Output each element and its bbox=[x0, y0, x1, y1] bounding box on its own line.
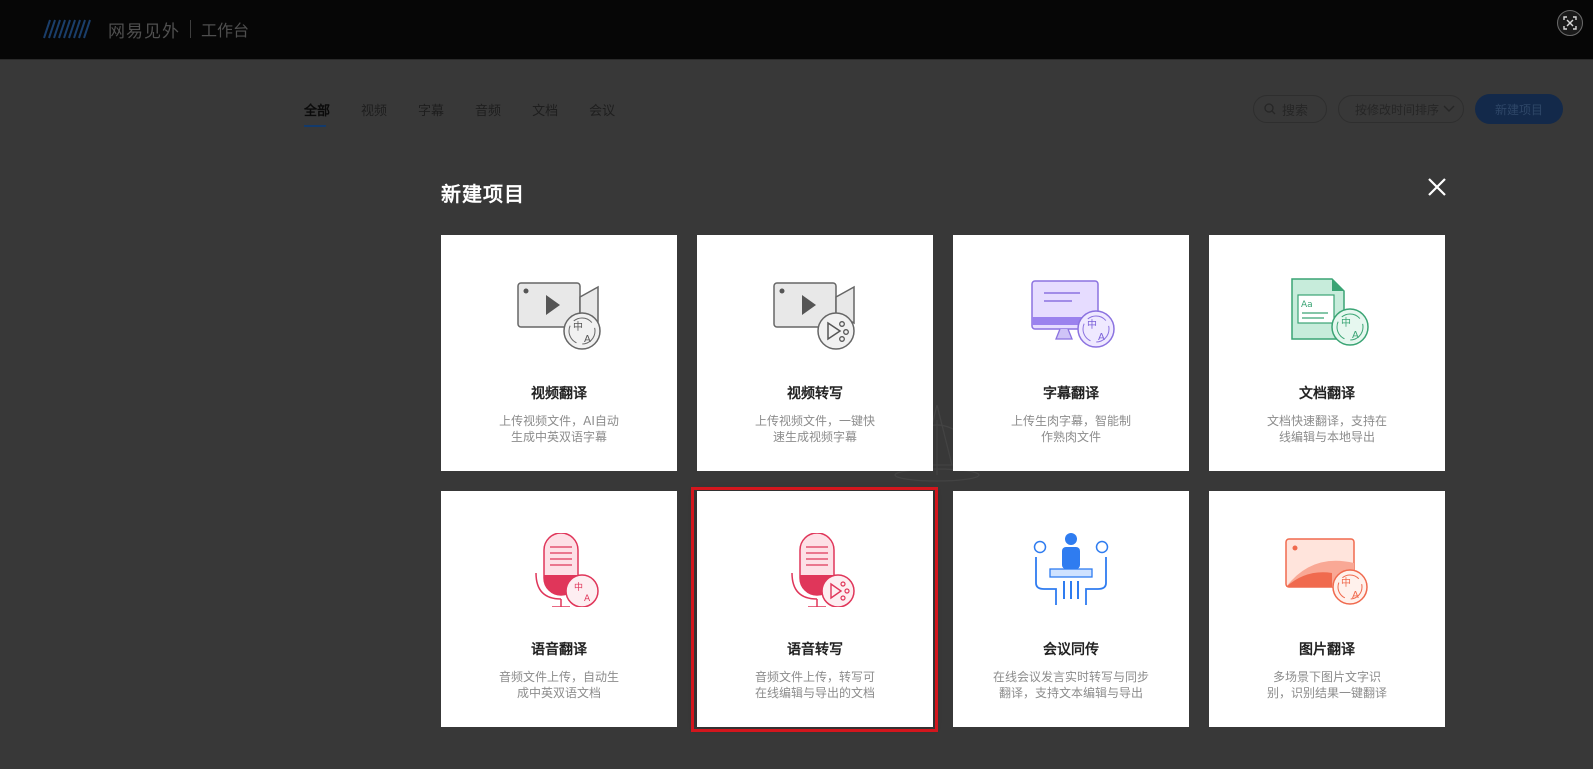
svg-text:中: 中 bbox=[1341, 316, 1351, 329]
card-document-translate[interactable]: Aa 中 A 文档翻译 文档快速翻译，支持在 线编辑与本地导出 bbox=[1209, 235, 1445, 471]
logo-divider bbox=[190, 20, 191, 38]
card-video-translate[interactable]: 中 A 视频翻译 上传视频文件，AI自动 生成中英双语字幕 bbox=[441, 235, 677, 471]
card-description: 上传视频文件，AI自动 生成中英双语字幕 bbox=[494, 413, 624, 445]
card-title: 视频转写 bbox=[787, 386, 843, 402]
meeting-interpret-icon bbox=[1033, 533, 1109, 605]
card-desc-line1: 文档快速翻译，支持在 bbox=[1266, 414, 1387, 428]
audio-transcribe-icon bbox=[791, 533, 855, 607]
card-desc-line1: 多场景下图片文字识 bbox=[1272, 670, 1381, 684]
tab-subtitle[interactable]: 字幕 bbox=[418, 100, 444, 127]
card-desc-line1: 音频文件上传，转写可 bbox=[754, 670, 875, 684]
search-placeholder: 搜索 bbox=[1282, 103, 1309, 119]
card-title: 图片翻译 bbox=[1299, 642, 1355, 658]
card-desc-line1: 上传生肉字幕，智能制 bbox=[1010, 414, 1131, 428]
document-translate-icon: Aa 中 A bbox=[1291, 278, 1369, 346]
svg-text:A: A bbox=[584, 334, 591, 345]
card-desc-line2: 生成中英双语字幕 bbox=[510, 430, 607, 444]
card-desc-line2: 线编辑与本地导出 bbox=[1278, 430, 1375, 444]
new-project-button[interactable]: 新建项目 bbox=[1475, 94, 1563, 124]
fullscreen-button[interactable] bbox=[1557, 10, 1583, 36]
card-description: 在线会议发言实时转写与同步 翻译，支持文本编辑与导出 bbox=[986, 669, 1156, 701]
video-translate-icon: 中 A bbox=[517, 282, 601, 350]
card-subtitle-translate[interactable]: 中 A 字幕翻译 上传生肉字幕，智能制 作熟肉文件 bbox=[953, 235, 1189, 471]
card-title: 文档翻译 bbox=[1299, 386, 1355, 402]
card-title: 语音转写 bbox=[787, 642, 843, 658]
card-description: 上传视频文件，一键快 速生成视频字幕 bbox=[750, 413, 880, 445]
card-audio-translate[interactable]: 中 A 语音翻译 音频文件上传，自动生 成中英双语文档 bbox=[441, 491, 677, 727]
search-icon bbox=[1264, 103, 1276, 115]
card-meeting-interpret[interactable]: 会议同传 在线会议发言实时转写与同步 翻译，支持文本编辑与导出 bbox=[953, 491, 1189, 727]
card-description: 文档快速翻译，支持在 线编辑与本地导出 bbox=[1262, 413, 1392, 445]
tab-audio[interactable]: 音频 bbox=[475, 100, 501, 127]
card-desc-line2: 在线编辑与导出的文档 bbox=[754, 686, 875, 700]
search-input[interactable]: 搜索 bbox=[1253, 95, 1327, 123]
tab-document[interactable]: 文档 bbox=[532, 100, 558, 127]
logo-mark-icon bbox=[43, 19, 91, 39]
tab-all[interactable]: 全部 bbox=[304, 100, 330, 127]
svg-text:A: A bbox=[1098, 332, 1105, 343]
modal-title: 新建项目 bbox=[441, 182, 525, 206]
card-audio-transcribe[interactable]: 语音转写 音频文件上传，转写可 在线编辑与导出的文档 bbox=[697, 491, 933, 727]
card-desc-line2: 作熟肉文件 bbox=[1040, 430, 1101, 444]
card-title: 语音翻译 bbox=[531, 642, 587, 658]
subtitle-translate-icon: 中 A bbox=[1031, 280, 1115, 348]
card-desc-line2: 翻译，支持文本编辑与导出 bbox=[998, 686, 1143, 700]
svg-text:A: A bbox=[584, 594, 591, 604]
brand-name: 网易见外 bbox=[108, 21, 180, 42]
card-description: 音频文件上传，转写可 在线编辑与导出的文档 bbox=[750, 669, 880, 701]
card-description: 多场景下图片文字识 别，识别结果一键翻译 bbox=[1262, 669, 1392, 701]
card-video-transcribe[interactable]: 视频转写 上传视频文件，一键快 速生成视频字幕 bbox=[697, 235, 933, 471]
card-image-translate[interactable]: 中 A 图片翻译 多场景下图片文字识 别，识别结果一键翻译 bbox=[1209, 491, 1445, 727]
tab-video[interactable]: 视频 bbox=[361, 100, 387, 127]
card-title: 视频翻译 bbox=[531, 386, 587, 402]
card-desc-line1: 上传视频文件，一键快 bbox=[754, 414, 875, 428]
svg-text:Aa: Aa bbox=[1301, 300, 1313, 310]
chevron-down-icon bbox=[1443, 105, 1455, 112]
card-desc-line1: 上传视频文件，AI自动 bbox=[499, 414, 619, 428]
card-desc-line1: 音频文件上传，自动生 bbox=[498, 670, 619, 684]
card-title: 会议同传 bbox=[1043, 642, 1099, 658]
image-translate-icon: 中 A bbox=[1285, 538, 1368, 605]
svg-text:中: 中 bbox=[573, 320, 583, 333]
video-transcribe-icon bbox=[773, 282, 855, 350]
card-description: 上传生肉字幕，智能制 作熟肉文件 bbox=[1006, 413, 1136, 445]
audio-translate-icon: 中 A bbox=[535, 533, 599, 607]
logo[interactable]: 网易见外 工作台 bbox=[40, 14, 249, 44]
fullscreen-icon bbox=[1563, 16, 1577, 30]
tab-meeting[interactable]: 会议 bbox=[589, 100, 615, 127]
close-icon bbox=[1428, 178, 1446, 196]
svg-text:A: A bbox=[1352, 590, 1359, 601]
top-bar: 网易见外 工作台 bbox=[0, 0, 1593, 60]
card-desc-line2: 别，识别结果一键翻译 bbox=[1266, 686, 1387, 700]
category-tabs: 全部 视频 字幕 音频 文档 会议 bbox=[304, 100, 646, 127]
card-title: 字幕翻译 bbox=[1043, 386, 1099, 402]
sort-select[interactable]: 按修改时间排序 bbox=[1338, 95, 1464, 123]
svg-text:A: A bbox=[1352, 330, 1359, 341]
card-desc-line2: 速生成视频字幕 bbox=[772, 430, 857, 444]
section-name: 工作台 bbox=[201, 21, 250, 40]
svg-text:中: 中 bbox=[1341, 576, 1351, 589]
card-desc-line2: 成中英双语文档 bbox=[516, 686, 601, 700]
project-type-grid: 中 A 视频翻译 上传视频文件，AI自动 生成中英双语字幕 视频转写 上传视频文… bbox=[441, 235, 1445, 727]
card-description: 音频文件上传，自动生 成中英双语文档 bbox=[494, 669, 624, 701]
svg-text:中: 中 bbox=[574, 581, 583, 593]
svg-text:中: 中 bbox=[1087, 318, 1097, 331]
sort-label: 按修改时间排序 bbox=[1355, 102, 1440, 117]
card-desc-line1: 在线会议发言实时转写与同步 bbox=[992, 670, 1149, 684]
close-button[interactable] bbox=[1426, 176, 1448, 198]
